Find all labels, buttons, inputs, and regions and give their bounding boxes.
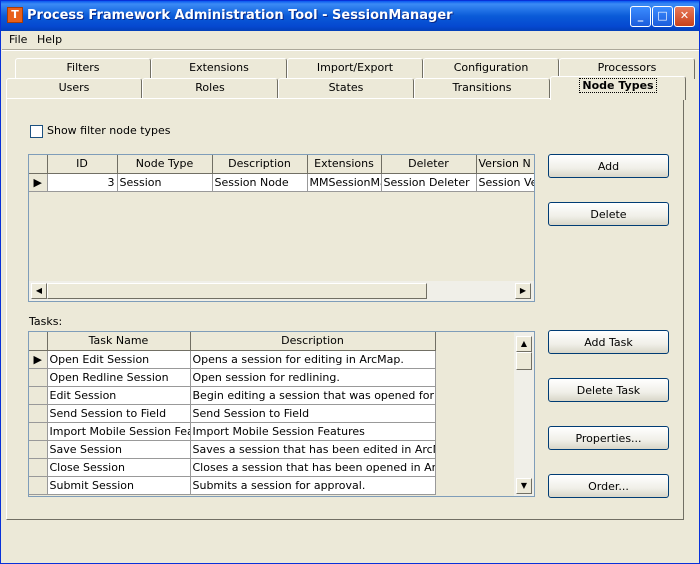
tasks-header-row: Task Name Description — [29, 332, 436, 351]
tasks-grid[interactable]: Task Name Description ▶ Open Edit Sessio… — [28, 331, 535, 497]
cell-extensions[interactable]: MMSessionMa — [307, 173, 382, 192]
row-selector[interactable] — [29, 476, 48, 495]
row-selector-icon[interactable]: ▶ — [29, 350, 48, 369]
tab-node-types-label: Node Types — [579, 78, 657, 93]
tab-node-types[interactable]: Node Types — [550, 76, 686, 100]
cell-task-description[interactable]: Saves a session that has been edited in … — [190, 440, 436, 459]
tab-roles[interactable]: Roles — [142, 78, 278, 99]
column-header-deleter[interactable]: Deleter — [381, 155, 477, 174]
menu-bar: File Help — [2, 31, 699, 49]
cell-version[interactable]: Session Ve — [476, 173, 534, 192]
column-header-task-description[interactable]: Description — [190, 332, 436, 351]
tab-transitions[interactable]: Transitions — [414, 78, 550, 99]
row-selector[interactable] — [29, 404, 48, 423]
cell-task-name[interactable]: Open Redline Session — [47, 368, 191, 387]
cell-task-name[interactable]: Open Edit Session — [47, 350, 191, 369]
add-button[interactable]: Add — [548, 154, 669, 178]
cell-task-name[interactable]: Import Mobile Session Featur — [47, 422, 191, 441]
scroll-up-icon[interactable]: ▲ — [516, 336, 532, 352]
cell-task-description[interactable]: Import Mobile Session Features — [190, 422, 436, 441]
column-header-node-type[interactable]: Node Type — [117, 155, 213, 174]
show-filter-label: Show filter node types — [47, 124, 171, 137]
scroll-right-icon[interactable]: ▶ — [515, 283, 531, 299]
menu-file[interactable]: File — [9, 33, 27, 46]
cell-task-description[interactable]: Submits a session for approval. — [190, 476, 436, 495]
row-header-corner — [29, 155, 48, 174]
cell-task-name[interactable]: Save Session — [47, 440, 191, 459]
row-selector-icon[interactable]: ▶ — [29, 173, 48, 192]
title-bar[interactable]: T Process Framework Administration Tool … — [1, 1, 699, 31]
row-selector[interactable] — [29, 422, 48, 441]
table-row[interactable]: Send Session to Field Send Session to Fi… — [29, 404, 436, 423]
tab-filters[interactable]: Filters — [15, 58, 151, 79]
cell-task-name[interactable]: Close Session — [47, 458, 191, 477]
cell-task-name[interactable]: Send Session to Field — [47, 404, 191, 423]
node-grid-header-row: ID Node Type Description Extensions Dele… — [29, 155, 534, 174]
cell-description[interactable]: Session Node — [212, 173, 308, 192]
cell-task-name[interactable]: Edit Session — [47, 386, 191, 405]
delete-task-button[interactable]: Delete Task — [548, 378, 669, 402]
row-selector[interactable] — [29, 368, 48, 387]
row-selector[interactable] — [29, 386, 48, 405]
cell-deleter[interactable]: Session Deleter — [381, 173, 477, 192]
table-row[interactable]: Save Session Saves a session that has be… — [29, 440, 436, 459]
column-header-version[interactable]: Version N — [476, 155, 534, 174]
cell-task-description[interactable]: Send Session to Field — [190, 404, 436, 423]
table-row[interactable]: ▶ 3 Session Session Node MMSessionMa Ses… — [29, 173, 534, 192]
scroll-left-icon[interactable]: ◀ — [31, 283, 47, 299]
cell-task-description[interactable]: Begin editing a session that was opened … — [190, 386, 436, 405]
table-row[interactable]: Open Redline Session Open session for re… — [29, 368, 436, 387]
row-header-corner — [29, 332, 48, 351]
tab-users[interactable]: Users — [6, 78, 142, 99]
horizontal-scroll-thumb[interactable] — [47, 283, 427, 299]
column-header-id[interactable]: ID — [47, 155, 118, 174]
column-header-description[interactable]: Description — [212, 155, 308, 174]
tasks-label: Tasks: — [29, 315, 63, 328]
status-bar — [2, 523, 699, 563]
app-icon: T — [7, 7, 23, 23]
cell-node-type[interactable]: Session — [117, 173, 213, 192]
table-row[interactable]: Edit Session Begin editing a session tha… — [29, 386, 436, 405]
close-button[interactable]: ✕ — [674, 6, 695, 27]
table-row[interactable]: Close Session Closes a session that has … — [29, 458, 436, 477]
scroll-down-icon[interactable]: ▼ — [516, 478, 532, 494]
tab-configuration[interactable]: Configuration — [423, 58, 559, 79]
horizontal-scrollbar[interactable]: ◀ ▶ — [29, 281, 534, 301]
cell-task-description[interactable]: Opens a session for editing in ArcMap. — [190, 350, 436, 369]
add-task-button[interactable]: Add Task — [548, 330, 669, 354]
node-types-grid[interactable]: ID Node Type Description Extensions Dele… — [28, 154, 535, 302]
tab-extensions[interactable]: Extensions — [151, 58, 287, 79]
cell-task-description[interactable]: Closes a session that has been opened in… — [190, 458, 436, 477]
properties-button[interactable]: Properties... — [548, 426, 669, 450]
show-filter-checkbox[interactable] — [30, 125, 43, 138]
minimize-button[interactable]: _ — [630, 6, 651, 27]
table-row[interactable]: Submit Session Submits a session for app… — [29, 476, 436, 495]
tab-states[interactable]: States — [278, 78, 414, 99]
vertical-scroll-thumb[interactable] — [516, 352, 532, 370]
table-row[interactable]: ▶ Open Edit Session Opens a session for … — [29, 350, 436, 369]
row-selector[interactable] — [29, 458, 48, 477]
column-header-task-name[interactable]: Task Name — [47, 332, 191, 351]
menu-divider — [2, 49, 699, 51]
cell-id[interactable]: 3 — [47, 173, 118, 192]
vertical-scrollbar[interactable]: ▲ ▼ — [514, 332, 534, 496]
menu-help[interactable]: Help — [37, 33, 62, 46]
delete-button[interactable]: Delete — [548, 202, 669, 226]
node-types-panel: Show filter node types ID Node Type Desc… — [6, 98, 684, 520]
row-selector[interactable] — [29, 440, 48, 459]
maximize-button[interactable]: □ — [652, 6, 673, 27]
order-button[interactable]: Order... — [548, 474, 669, 498]
cell-task-name[interactable]: Submit Session — [47, 476, 191, 495]
table-row[interactable]: Import Mobile Session Featur Import Mobi… — [29, 422, 436, 441]
cell-task-description[interactable]: Open session for redlining. — [190, 368, 436, 387]
window-title: Process Framework Administration Tool - … — [27, 8, 453, 23]
app-window: T Process Framework Administration Tool … — [0, 0, 700, 564]
column-header-extensions[interactable]: Extensions — [307, 155, 382, 174]
tab-import-export[interactable]: Import/Export — [287, 58, 423, 79]
